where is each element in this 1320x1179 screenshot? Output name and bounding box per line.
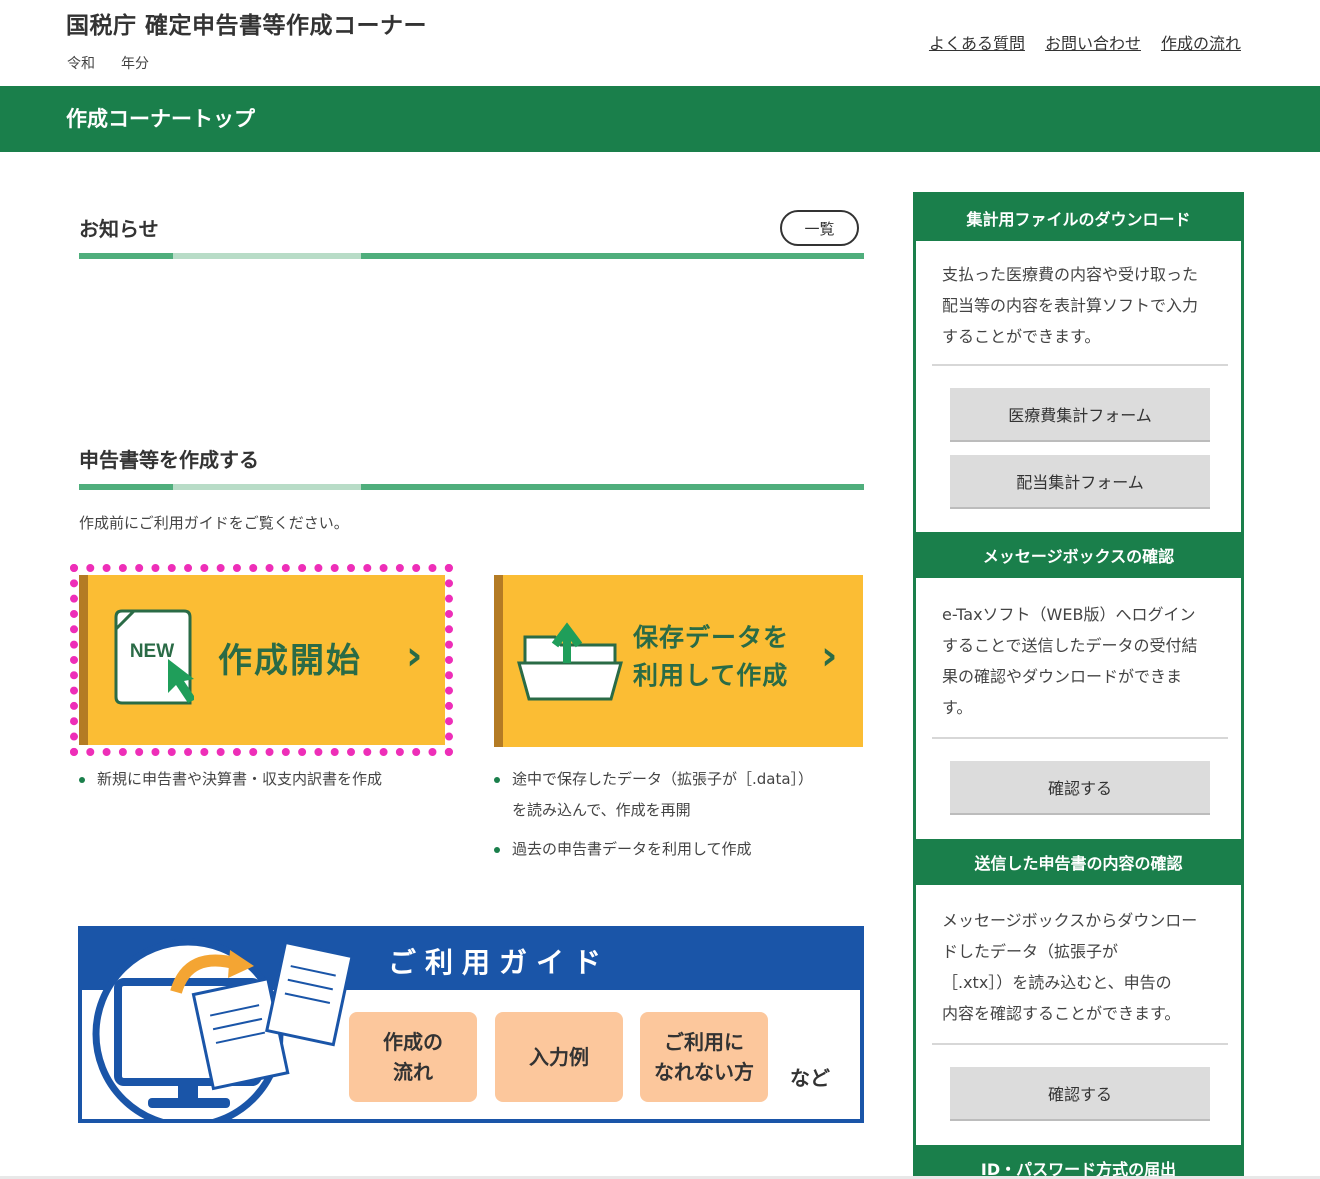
- list-item: 新規に申告書や決算書・収支内訳書を作成: [79, 764, 382, 795]
- message-box-heading: メッセージボックスの確認: [916, 532, 1241, 578]
- usage-guide-banner[interactable]: ご利用ガイド 作成の流れ 入力例 ご利用になれない方 など: [78, 926, 864, 1123]
- list-item: 途中で保存したデータ（拡張子が［.data］）: [494, 764, 813, 795]
- divider: [932, 364, 1228, 366]
- flow-link[interactable]: 作成の流れ: [1161, 30, 1241, 54]
- start-new-button[interactable]: NEW 作成開始 ›: [79, 575, 445, 745]
- corner-top-link[interactable]: 作成コーナートップ: [66, 103, 255, 133]
- folder-upload-icon: [517, 622, 623, 701]
- site-title: 国税庁 確定申告書等作成コーナー: [66, 13, 428, 39]
- message-box-check-button[interactable]: 確認する: [950, 761, 1210, 815]
- new-document-icon: NEW: [114, 609, 194, 705]
- medical-expense-form-button[interactable]: 医療費集計フォーム: [950, 388, 1210, 442]
- start-new-notes: 新規に申告書や決算書・収支内訳書を作成: [79, 764, 382, 795]
- news-heading: お知らせ: [79, 217, 159, 241]
- text-line: ドしたデータ（拡張子が: [942, 942, 1119, 961]
- divider: [932, 1043, 1228, 1045]
- list-item: 過去の申告書データを利用して作成: [494, 834, 813, 865]
- label-line: 利用して作成: [633, 661, 789, 690]
- news-divider: [79, 253, 864, 259]
- pill-line: 入力例: [529, 1045, 589, 1069]
- chevron-right-icon: ›: [406, 633, 423, 679]
- create-heading: 申告書等を作成する: [79, 448, 259, 472]
- pill-line: 作成の: [383, 1030, 443, 1054]
- header-links: よくある質問 お問い合わせ 作成の流れ: [929, 30, 1241, 54]
- tax-year: 令和 年分: [67, 53, 175, 73]
- computer-documents-illustration: [92, 938, 354, 1119]
- guide-first-time-button[interactable]: ご利用に なれない方: [640, 1012, 768, 1102]
- label-line: 保存データを: [633, 623, 790, 652]
- new-badge: NEW: [130, 641, 174, 662]
- top-nav-bar: 作成コーナートップ: [0, 86, 1320, 152]
- text-line: することで送信したデータの受付結: [942, 636, 1198, 655]
- text-line: 内容を確認することができます。: [942, 1004, 1181, 1023]
- pill-line: ご利用に: [664, 1030, 744, 1054]
- id-password-heading[interactable]: ID・パスワード方式の届出: [916, 1145, 1241, 1179]
- faq-link[interactable]: よくある質問: [929, 30, 1025, 54]
- news-list-button[interactable]: 一覧: [780, 210, 859, 246]
- pill-line: なれない方: [654, 1060, 754, 1084]
- text-line: す。: [942, 698, 973, 717]
- sent-return-check-button[interactable]: 確認する: [950, 1067, 1210, 1121]
- divider: [932, 737, 1228, 739]
- download-files-heading: 集計用ファイルのダウンロード: [916, 195, 1241, 241]
- guide-title: ご利用ガイド: [388, 946, 611, 979]
- use-saved-data-label: 保存データを 利用して作成: [633, 619, 789, 695]
- contact-link[interactable]: お問い合わせ: [1045, 30, 1141, 54]
- start-new-label: 作成開始: [218, 641, 362, 681]
- text-line: 配当等の内容を表計算ソフトで入力: [942, 296, 1199, 315]
- guide-input-example-button[interactable]: 入力例: [495, 1012, 623, 1102]
- list-item-continuation: を読み込んで、作成を再開: [512, 801, 691, 819]
- text-line: 果の確認やダウンロードができま: [942, 667, 1183, 686]
- use-saved-notes: 途中で保存したデータ（拡張子が［.data］） を読み込んで、作成を再開 過去の…: [494, 764, 813, 865]
- text-line: メッセージボックスからダウンロー: [942, 911, 1198, 930]
- sidebar: 集計用ファイルのダウンロード 支払った医療費の内容や受け取った 配当等の内容を表…: [913, 192, 1244, 1179]
- year-suffix: 年分: [121, 56, 149, 72]
- pill-line: 流れ: [393, 1060, 433, 1084]
- text-line: することができます。: [942, 327, 1101, 346]
- sent-return-heading: 送信した申告書の内容の確認: [916, 839, 1241, 885]
- guide-flow-button[interactable]: 作成の 流れ: [349, 1012, 477, 1102]
- era-label: 令和: [67, 56, 95, 72]
- dividend-form-button[interactable]: 配当集計フォーム: [950, 455, 1210, 509]
- create-divider: [79, 484, 864, 490]
- chevron-right-icon: ›: [821, 633, 838, 679]
- text-line: ［.xtx］）を読み込むと、申告の: [942, 973, 1172, 992]
- guide-etc: など: [790, 1066, 830, 1090]
- download-files-description: 支払った医療費の内容や受け取った 配当等の内容を表計算ソフトで入力 することがで…: [942, 259, 1224, 352]
- text-line: 支払った医療費の内容や受け取った: [942, 265, 1199, 284]
- use-saved-data-button[interactable]: 保存データを 利用して作成 ›: [494, 575, 863, 747]
- text-line: e-Taxソフト（WEB版）へログイン: [942, 605, 1196, 624]
- guide-note: 作成前にご利用ガイドをご覧ください。: [79, 514, 349, 532]
- sent-return-description: メッセージボックスからダウンロー ドしたデータ（拡張子が ［.xtx］）を読み込…: [942, 905, 1224, 1029]
- message-box-description: e-Taxソフト（WEB版）へログイン することで送信したデータの受付結 果の確…: [942, 599, 1224, 723]
